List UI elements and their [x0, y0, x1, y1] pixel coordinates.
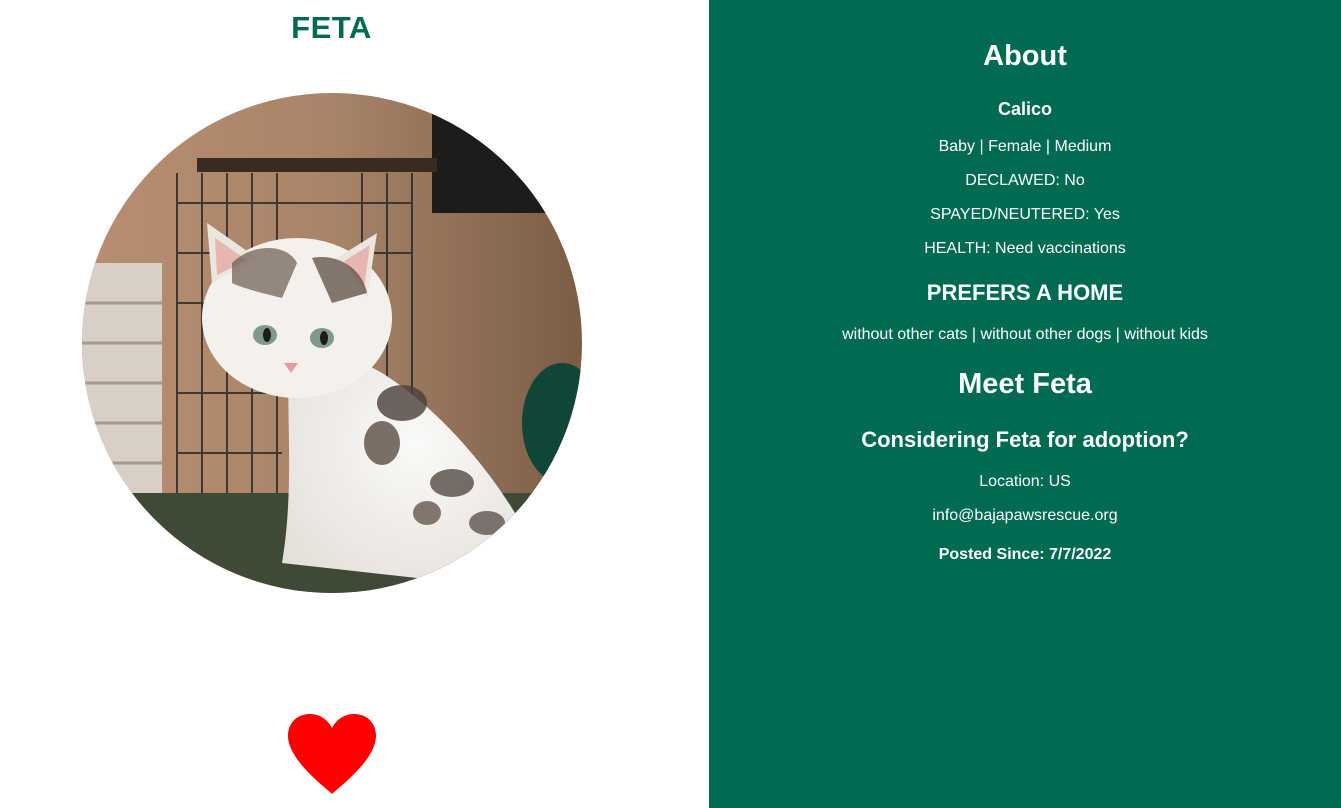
- about-heading: About: [983, 40, 1067, 72]
- pet-attributes: Baby | Female | Medium: [938, 138, 1112, 155]
- health-status: HEALTH: Need vaccinations: [924, 240, 1126, 257]
- pet-profile-page: FETA About Calico Baby | Female | Medium…: [0, 0, 1341, 808]
- pet-photo: [82, 93, 582, 593]
- contact-email[interactable]: info@bajapawsrescue.org: [698, 507, 1341, 525]
- favorite-button[interactable]: [286, 712, 378, 796]
- declawed-status: DECLAWED: No: [965, 172, 1085, 189]
- pet-name: FETA: [291, 10, 372, 45]
- location-text: Location: US: [979, 473, 1071, 490]
- adoption-heading: Considering Feta for adoption?: [861, 427, 1189, 452]
- heart-icon: [288, 714, 376, 794]
- prefers-heading: PREFERS A HOME: [926, 280, 1124, 305]
- about-panel: About Calico Baby | Female | Medium DECL…: [709, 0, 1341, 808]
- home-preferences: without other cats | without other dogs …: [842, 326, 1208, 343]
- spayed-status: SPAYED/NEUTERED: Yes: [930, 206, 1120, 223]
- meet-heading: Meet Feta: [958, 368, 1092, 400]
- kitten-photo: [82, 93, 582, 593]
- pet-photo-panel: FETA: [0, 0, 709, 808]
- posted-date: Posted Since: 7/7/2022: [938, 546, 1112, 563]
- breed-label: Calico: [997, 99, 1053, 119]
